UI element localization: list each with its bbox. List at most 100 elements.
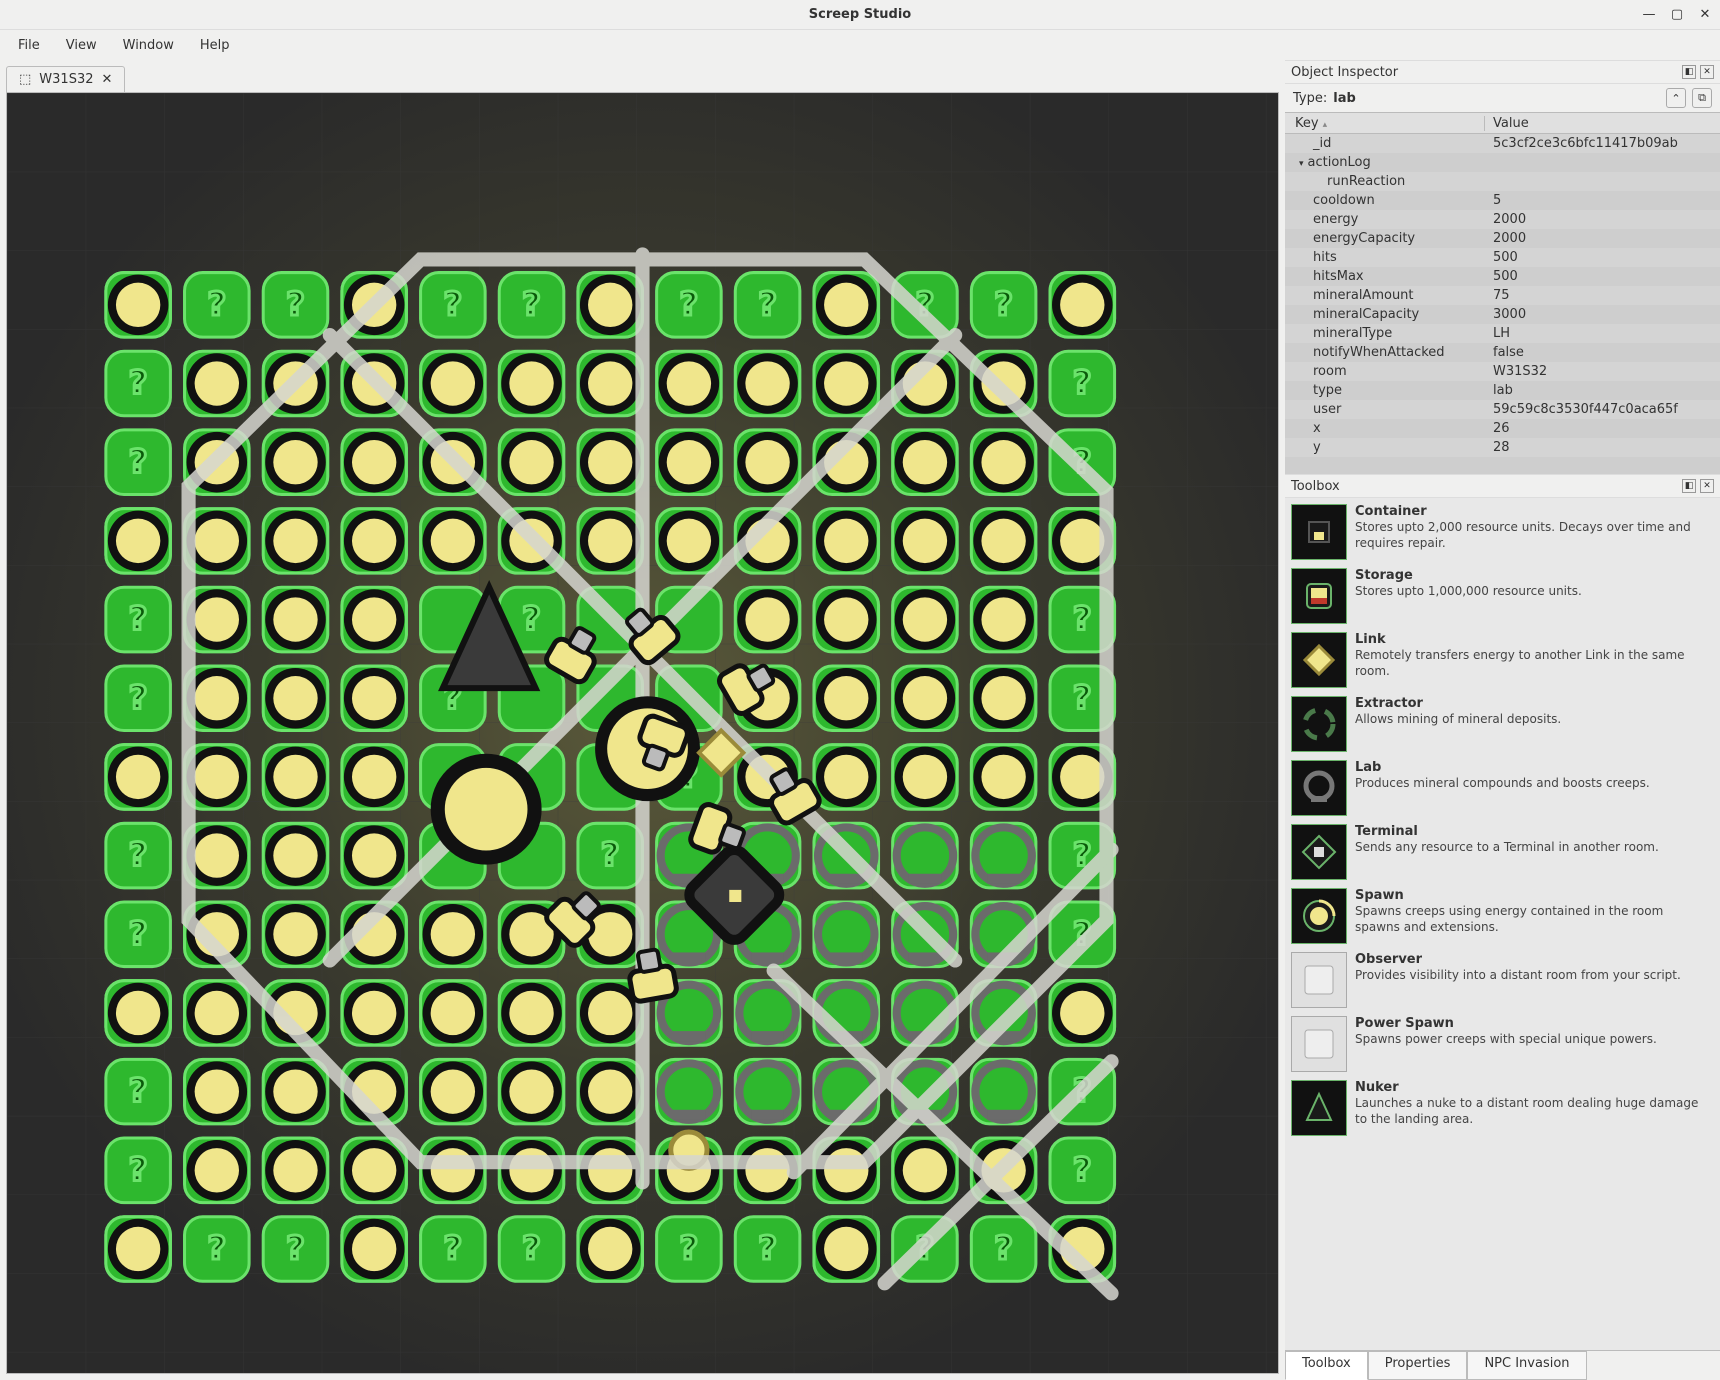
toolbox-list[interactable]: ContainerStores upto 2,000 resource unit… — [1285, 498, 1720, 1350]
inspector-row[interactable]: typelab — [1285, 381, 1720, 400]
inspector-row[interactable]: user59c59c8c3530f447c0aca65f — [1285, 400, 1720, 419]
svg-text:?: ? — [1073, 600, 1092, 638]
menu-window[interactable]: Window — [111, 34, 186, 57]
svg-text:?: ? — [758, 285, 777, 323]
tool-desc: Stores upto 2,000 resource units. Decays… — [1355, 519, 1712, 551]
tool-name: Terminal — [1355, 824, 1659, 839]
inspector-value: lab — [1485, 383, 1720, 398]
inspector-value: LH — [1485, 326, 1720, 341]
tool-storage[interactable]: StorageStores upto 1,000,000 resource un… — [1289, 566, 1716, 630]
inspector-row[interactable]: hitsMax500 — [1285, 267, 1720, 286]
tool-name: Observer — [1355, 952, 1681, 967]
inspector-value: 3000 — [1485, 307, 1720, 322]
svg-text:?: ? — [1073, 364, 1092, 402]
inspector-row[interactable]: cooldown5 — [1285, 191, 1720, 210]
inspector-value: 500 — [1485, 250, 1720, 265]
inspector-row[interactable]: _id5c3cf2ce3c6bfc11417b09ab — [1285, 134, 1720, 153]
inspector-key: actionLog — [1285, 155, 1485, 170]
tool-desc: Launches a nuke to a distant room dealin… — [1355, 1095, 1712, 1127]
tool-name: Storage — [1355, 568, 1582, 583]
svg-text:?: ? — [758, 1229, 777, 1267]
copy-icon[interactable]: ⧉ — [1692, 88, 1712, 108]
tab-toolbox[interactable]: Toolbox — [1285, 1351, 1368, 1380]
close-icon[interactable]: ✕ — [1698, 8, 1712, 22]
inspector-row[interactable]: energyCapacity2000 — [1285, 229, 1720, 248]
tool-desc: Spawns power creeps with special unique … — [1355, 1031, 1657, 1047]
kv-header[interactable]: Key▴ Value — [1285, 112, 1720, 134]
maximize-icon[interactable]: ▢ — [1670, 8, 1684, 22]
game-canvas[interactable]: ???????????????????????????????????????? — [7, 93, 1278, 1374]
tool-nuker[interactable]: NukerLaunches a nuke to a distant room d… — [1289, 1078, 1716, 1142]
svg-text:?: ? — [129, 364, 148, 402]
inspector-key: mineralType — [1285, 326, 1485, 341]
inspector-row[interactable]: mineralTypeLH — [1285, 324, 1720, 343]
inspector-value: 26 — [1485, 421, 1720, 436]
inspector-value: 2000 — [1485, 231, 1720, 246]
svg-text:?: ? — [680, 285, 699, 323]
tool-lab[interactable]: LabProduces mineral compounds and boosts… — [1289, 758, 1716, 822]
collapse-all-icon[interactable]: ⌃ — [1666, 88, 1686, 108]
tool-name: Spawn — [1355, 888, 1712, 903]
inspector-key: y — [1285, 440, 1485, 455]
room-viewport[interactable]: ???????????????????????????????????????? — [6, 92, 1279, 1374]
tool-extractor[interactable]: ExtractorAllows mining of mineral deposi… — [1289, 694, 1716, 758]
svg-text:?: ? — [443, 1229, 462, 1267]
nuker-icon — [1291, 1080, 1347, 1136]
inspector-row[interactable]: actionLog — [1285, 153, 1720, 172]
panel-close-icon[interactable]: ✕ — [1700, 65, 1714, 79]
inspector-row[interactable]: mineralAmount75 — [1285, 286, 1720, 305]
tab-npc-invasion[interactable]: NPC Invasion — [1467, 1351, 1586, 1380]
tool-terminal[interactable]: TerminalSends any resource to a Terminal… — [1289, 822, 1716, 886]
inspector-row[interactable]: y28 — [1285, 438, 1720, 457]
tool-powerspawn[interactable]: Power SpawnSpawns power creeps with spec… — [1289, 1014, 1716, 1078]
tool-name: Nuker — [1355, 1080, 1712, 1095]
panel-close-icon[interactable]: ✕ — [1700, 479, 1714, 493]
value-column-header[interactable]: Value — [1485, 116, 1720, 131]
tool-spawn[interactable]: SpawnSpawns creeps using energy containe… — [1289, 886, 1716, 950]
tab-close-icon[interactable]: ✕ — [102, 72, 113, 87]
window-title: Screep Studio — [809, 7, 911, 22]
svg-text:?: ? — [522, 285, 541, 323]
tool-container[interactable]: ContainerStores upto 2,000 resource unit… — [1289, 502, 1716, 566]
inspector-value: 5 — [1485, 193, 1720, 208]
tool-desc: Provides visibility into a distant room … — [1355, 967, 1681, 983]
svg-text:?: ? — [207, 285, 226, 323]
tool-observer[interactable]: ObserverProvides visibility into a dista… — [1289, 950, 1716, 1014]
inspector-row[interactable]: energy2000 — [1285, 210, 1720, 229]
inspector-panel-header: Object Inspector ◧ ✕ — [1285, 60, 1720, 84]
menu-help[interactable]: Help — [188, 34, 242, 57]
svg-text:?: ? — [129, 914, 148, 952]
toolbox-panel-header: Toolbox ◧ ✕ — [1285, 474, 1720, 498]
minimize-icon[interactable]: — — [1642, 8, 1656, 22]
inspector-key: energy — [1285, 212, 1485, 227]
menu-view[interactable]: View — [54, 34, 109, 57]
spawn-icon — [1291, 888, 1347, 944]
key-column-header[interactable]: Key — [1295, 116, 1319, 131]
menu-file[interactable]: File — [6, 34, 52, 57]
tool-desc: Allows mining of mineral deposits. — [1355, 711, 1561, 727]
type-label: Type: — [1293, 91, 1327, 106]
svg-text:?: ? — [129, 1072, 148, 1110]
inspector-value: 28 — [1485, 440, 1720, 455]
svg-text:?: ? — [1073, 678, 1092, 716]
inspector-key: cooldown — [1285, 193, 1485, 208]
inspector-row[interactable]: x26 — [1285, 419, 1720, 438]
svg-text:?: ? — [129, 678, 148, 716]
inspector-row[interactable]: roomW31S32 — [1285, 362, 1720, 381]
tool-link[interactable]: LinkRemotely transfers energy to another… — [1289, 630, 1716, 694]
inspector-row[interactable]: hits500 — [1285, 248, 1720, 267]
inspector-row[interactable]: runReaction — [1285, 172, 1720, 191]
inspector-table[interactable]: _id5c3cf2ce3c6bfc11417b09ab actionLog runR… — [1285, 134, 1720, 474]
svg-text:?: ? — [994, 1229, 1013, 1267]
inspector-key: energyCapacity — [1285, 231, 1485, 246]
inspector-row[interactable]: notifyWhenAttackedfalse — [1285, 343, 1720, 362]
room-tab[interactable]: ⬚ W31S32 ✕ — [6, 66, 125, 92]
panel-float-icon[interactable]: ◧ — [1682, 479, 1696, 493]
tab-properties[interactable]: Properties — [1368, 1351, 1468, 1380]
inspector-row[interactable]: mineralCapacity3000 — [1285, 305, 1720, 324]
powerspawn-icon — [1291, 1016, 1347, 1072]
panel-float-icon[interactable]: ◧ — [1682, 65, 1696, 79]
inspector-key: hits — [1285, 250, 1485, 265]
svg-text:?: ? — [207, 1229, 226, 1267]
tool-name: Extractor — [1355, 696, 1561, 711]
